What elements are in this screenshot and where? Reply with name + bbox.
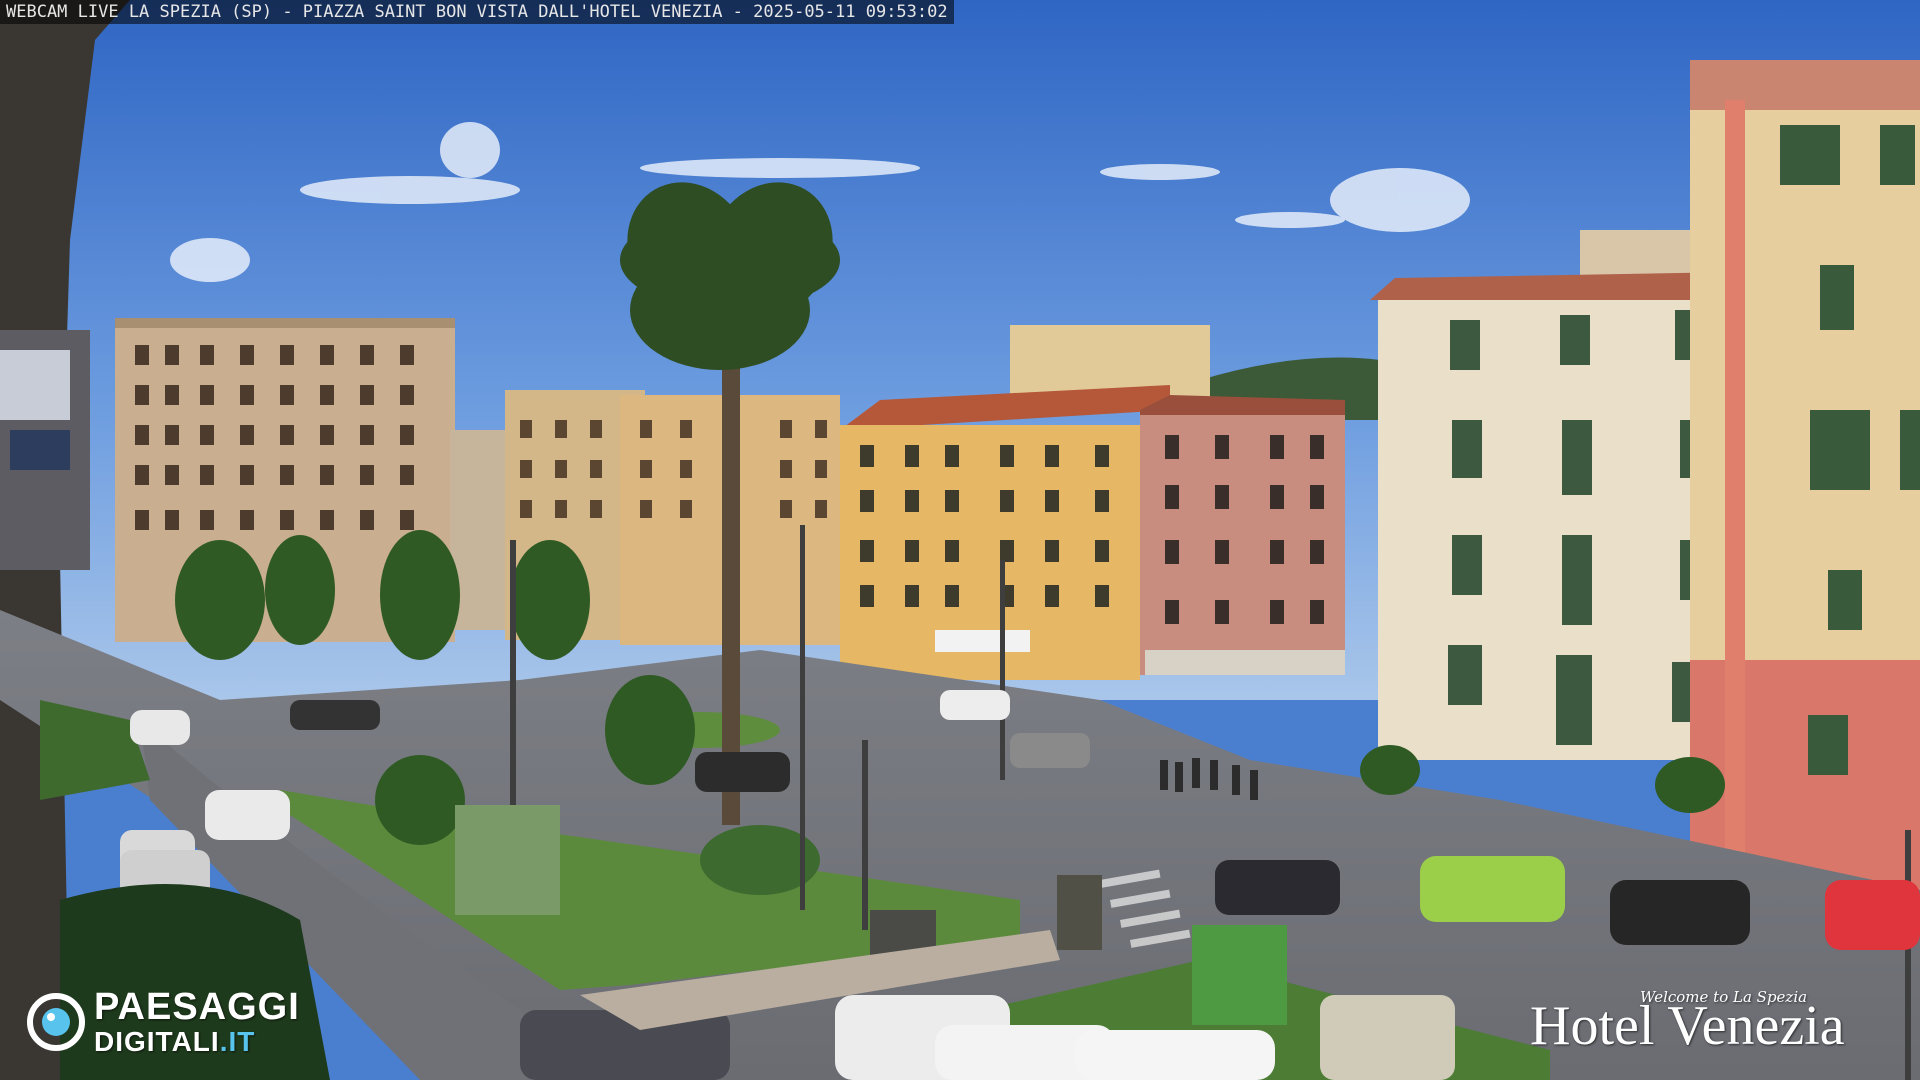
brand-line2-main: DIGITALI <box>94 1026 220 1057</box>
webcam-title-overlay: WEBCAM LIVE LA SPEZIA (SP) - PIAZZA SAIN… <box>0 0 954 24</box>
green-kiosk <box>455 805 560 915</box>
hotel-venezia-logo: Welcome to La Spezia Hotel Venezia <box>1530 988 1900 1058</box>
paesaggi-digitali-logo: PAESAGGI DIGITALI.IT <box>26 986 300 1058</box>
far-right-red-building <box>1690 60 1920 890</box>
pink-building <box>1140 395 1345 675</box>
brand-line2: DIGITALI.IT <box>94 1028 300 1056</box>
green-bin <box>1192 925 1287 1025</box>
brand-line2-accent: .IT <box>219 1026 256 1057</box>
hotel-name: Hotel Venezia <box>1530 995 1845 1057</box>
info-board-2 <box>1057 875 1102 950</box>
brand-line1: PAESAGGI <box>94 986 300 1028</box>
right-cream-building <box>1370 230 1738 760</box>
webcam-scene <box>0 0 1920 1080</box>
camera-lens-icon <box>27 993 85 1051</box>
middle-left-buildings <box>450 390 840 645</box>
